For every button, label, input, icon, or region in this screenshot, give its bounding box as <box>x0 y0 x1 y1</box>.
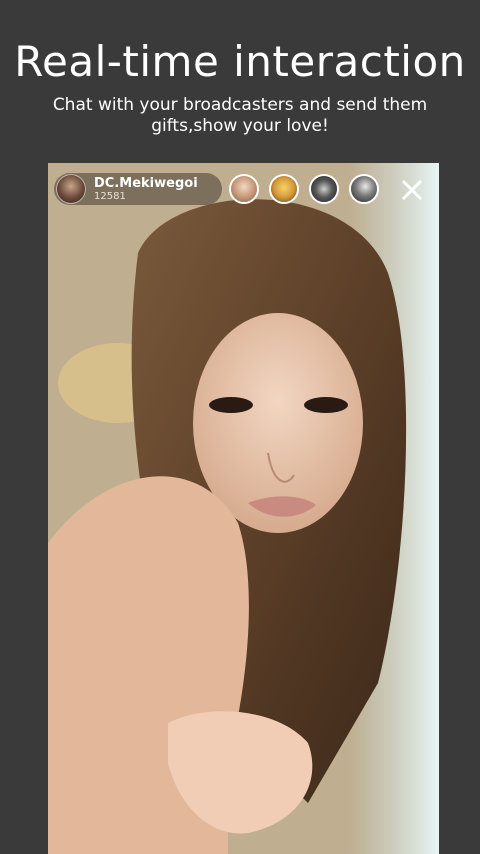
host-avatar[interactable] <box>56 174 86 204</box>
viewer-list <box>229 174 379 204</box>
viewer-avatar[interactable] <box>229 174 259 204</box>
promo-subtitle: Chat with your broadcasters and send the… <box>52 95 428 136</box>
host-text: DC.Mekiwegoi 12581 <box>94 176 198 203</box>
promo-title: Real-time interaction <box>14 37 466 86</box>
host-viewer-count: 12581 <box>94 190 126 202</box>
viewer-avatar[interactable] <box>309 174 339 204</box>
close-icon <box>401 179 423 201</box>
viewer-avatar[interactable] <box>349 174 379 204</box>
close-button[interactable] <box>398 176 426 204</box>
live-stream-preview: DC.Mekiwegoi 12581 <box>48 163 439 854</box>
promo-screen: Real-time interaction Chat with your bro… <box>0 0 480 854</box>
host-name: DC.Mekiwegoi <box>94 175 198 191</box>
host-info[interactable]: DC.Mekiwegoi 12581 <box>54 173 222 205</box>
broadcaster-photo <box>48 163 439 854</box>
viewer-avatar[interactable] <box>269 174 299 204</box>
